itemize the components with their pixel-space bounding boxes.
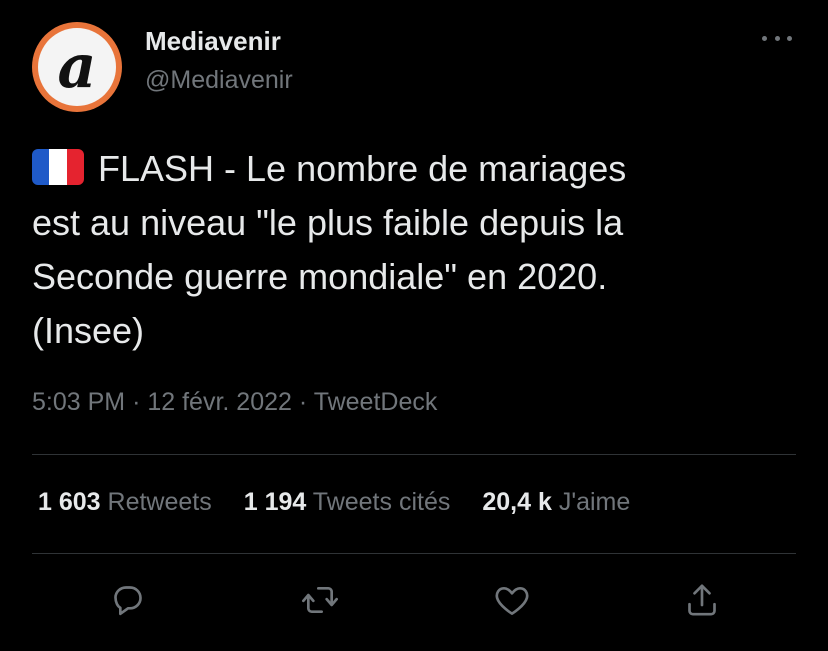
france-flag-icon — [32, 149, 84, 185]
tweet-text-line-3: Seconde guerre mondiale" en 2020. — [32, 256, 608, 297]
quote-tweets-label: Tweets cités — [312, 488, 451, 516]
tweet-text: FLASH - Le nombre de mariages est au niv… — [32, 142, 802, 358]
retweets-label: Retweets — [107, 488, 212, 516]
more-options-icon[interactable] — [762, 28, 792, 48]
meta-separator: · — [298, 388, 314, 416]
likes-label: J'aime — [558, 488, 631, 516]
likes-count: 20,4 k — [482, 488, 552, 516]
like-icon — [495, 587, 529, 615]
avatar-inner: a — [38, 28, 116, 106]
tweet-date[interactable]: 12 févr. 2022 — [147, 388, 292, 416]
avatar[interactable]: a — [32, 22, 122, 112]
reply-icon — [114, 586, 142, 616]
tweet-source[interactable]: TweetDeck — [314, 388, 438, 416]
tweet-time[interactable]: 5:03 PM — [32, 388, 125, 416]
tweet-text-line: FLASH - Le nombre de mariages — [32, 142, 802, 196]
meta-separator: · — [132, 388, 148, 416]
tweet-metadata: 5:03 PM · 12 févr. 2022 · TweetDeck — [32, 388, 437, 417]
avatar-logo-letter: a — [57, 32, 97, 102]
more-dot — [787, 35, 792, 41]
tweet-text-line-4: (Insee) — [32, 310, 145, 351]
retweet-icon — [302, 587, 338, 613]
retweet-button[interactable] — [298, 578, 342, 622]
likes-stat[interactable]: 20,4 k J'aime — [482, 488, 630, 517]
share-button[interactable] — [680, 578, 724, 622]
quote-tweets-count: 1 194 — [243, 488, 307, 516]
quote-tweets-stat[interactable]: 1 194 Tweets cités — [244, 488, 451, 517]
author-display-name[interactable]: Mediavenir — [145, 26, 281, 57]
tweet-stats: 1 603 Retweets 1 194 Tweets cités 20,4 k J… — [38, 488, 662, 517]
retweets-count: 1 603 — [38, 488, 101, 516]
divider — [32, 454, 796, 455]
tweet-header: a Mediavenir @Mediavenir — [32, 22, 802, 112]
tweet-text-line-2: est au niveau "le plus faible depuis la — [32, 202, 624, 243]
tweet-text-line-1: FLASH - Le nombre de mariages — [98, 148, 627, 189]
divider — [32, 553, 796, 554]
share-icon — [688, 584, 716, 616]
author-handle[interactable]: @Mediavenir — [145, 66, 293, 95]
more-dot — [762, 35, 767, 41]
tweet-actions-bar — [0, 578, 828, 622]
more-dot — [774, 35, 780, 41]
reply-button[interactable] — [106, 578, 150, 622]
retweets-stat[interactable]: 1 603 Retweets — [38, 488, 212, 517]
like-button[interactable] — [490, 578, 534, 622]
